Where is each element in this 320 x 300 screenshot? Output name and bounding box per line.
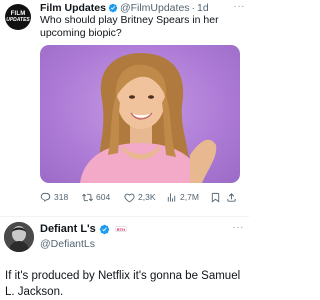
separator-dot: · (191, 2, 196, 14)
avatar-text-line-2: UPDATES (6, 17, 30, 23)
like-count: 2,3K (138, 192, 156, 202)
affiliate-badge-text: RTH (116, 227, 126, 232)
bar-chart-icon (167, 192, 176, 202)
reply-author-handle[interactable]: @DefiantLs (40, 238, 95, 250)
verified-badge-icon (108, 3, 118, 13)
portrait-photo-icon (80, 53, 217, 183)
avatar-photo-icon (4, 222, 34, 252)
reply-icon (40, 192, 51, 202)
divider (0, 216, 249, 217)
reply-button[interactable]: 318 (40, 192, 82, 203)
views-button[interactable]: 2,7M (166, 192, 210, 203)
affiliate-badge-icon: RTH (114, 226, 127, 232)
tweet-header: Film Updates @FilmUpdates · 1d ··· (40, 1, 245, 15)
reply-text: If it's produced by Netflix it's gonna b… (5, 270, 241, 298)
defiant-ls-avatar[interactable] (4, 222, 34, 252)
author-name[interactable]: Film Updates (40, 2, 106, 14)
tweet-actions-bar: 318 604 2,3K 2,7M (40, 190, 245, 204)
reply-tweet[interactable]: Defiant L's RTH @DefiantLs ··· If it's p… (0, 218, 249, 300)
more-options-icon[interactable]: ··· (234, 1, 246, 12)
tweet-text: Who should play Britney Spears in her up… (40, 14, 219, 39)
original-tweet[interactable]: FILM UPDATES Film Updates @FilmUpdates ·… (0, 0, 249, 219)
share-icon (227, 192, 236, 202)
tweet-media-image[interactable] (40, 45, 240, 183)
more-options-icon[interactable]: ··· (233, 222, 245, 233)
retweet-icon (82, 193, 93, 201)
bookmark-button[interactable] (210, 192, 226, 203)
share-button[interactable] (226, 192, 240, 203)
bookmark-icon (211, 192, 220, 203)
reply-author-row: Defiant L's RTH (40, 223, 127, 235)
verified-badge-icon (99, 224, 110, 235)
retweet-count: 604 (96, 192, 111, 202)
author-handle[interactable]: @FilmUpdates (120, 2, 190, 14)
tweet-timestamp[interactable]: 1d (197, 2, 209, 14)
film-updates-avatar[interactable]: FILM UPDATES (5, 4, 31, 30)
like-button[interactable]: 2,3K (124, 192, 166, 203)
retweet-button[interactable]: 604 (82, 192, 124, 203)
reply-author-name[interactable]: Defiant L's (40, 223, 96, 235)
heart-icon (124, 193, 135, 202)
view-count: 2,7M (180, 192, 199, 202)
reply-count: 318 (54, 192, 69, 202)
